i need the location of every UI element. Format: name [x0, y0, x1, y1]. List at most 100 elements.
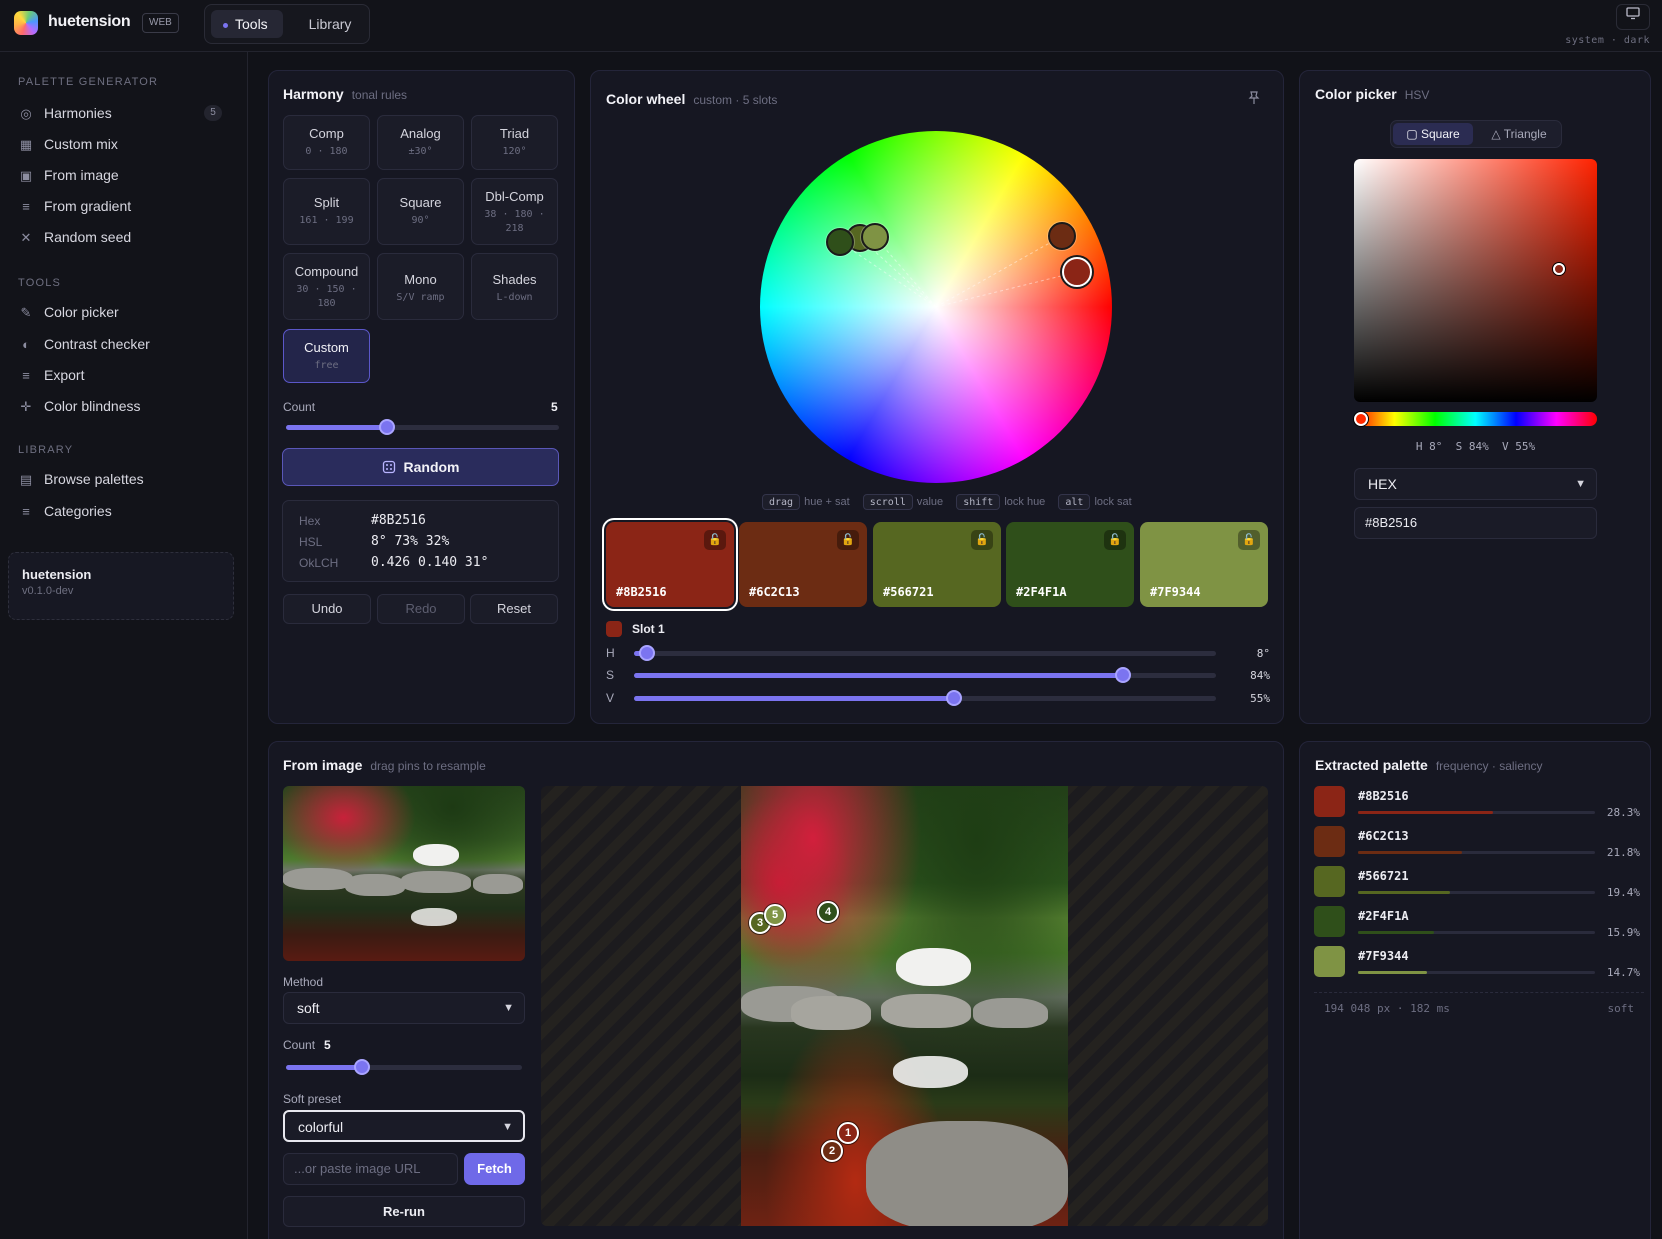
harmony-mono-button[interactable]: Mono S/V ramp	[377, 253, 464, 320]
slider-knob[interactable]	[379, 419, 395, 435]
extracted-row[interactable]: #6C2C13 21.8%	[1314, 826, 1644, 866]
slot-label: Slot 1	[632, 622, 665, 636]
sample-pin[interactable]: 4	[817, 901, 839, 923]
sidebar-item-from-image[interactable]: ▣ From image	[18, 162, 228, 188]
sidebar-item-custom-mix[interactable]: ▦ Custom mix	[18, 131, 228, 157]
garden-photo-large[interactable]: 1 2 3 4 5	[741, 786, 1068, 1226]
tab-library[interactable]: Library	[299, 10, 361, 38]
value-label: V	[606, 691, 615, 705]
saturation-slider[interactable]	[634, 667, 1216, 683]
extracted-row[interactable]: #566721 19.4%	[1314, 866, 1644, 906]
lock-icon[interactable]: 🔓	[704, 530, 726, 550]
harmony-square-button[interactable]: Square 90°	[377, 178, 464, 245]
harmony-compound-button[interactable]: Compound 30 · 150 · 180	[283, 253, 370, 320]
sv-knob[interactable]	[1553, 263, 1565, 275]
sample-pin[interactable]: 1	[837, 1122, 859, 1144]
sidebar-item-export[interactable]: ≡ Export	[18, 362, 228, 388]
wheel-handle-2[interactable]	[1048, 222, 1076, 250]
hue-slider[interactable]	[634, 645, 1216, 661]
palette-swatch[interactable]: 🔓 #7F9344	[1140, 522, 1268, 607]
hue-bar[interactable]	[1354, 412, 1597, 426]
sidebar-item-random-seed[interactable]: ✕ Random seed	[18, 224, 228, 250]
harmony-triad-button[interactable]: Triad 120°	[471, 115, 558, 170]
harmony-shades-button[interactable]: Shades L-down	[471, 253, 558, 320]
harmony-custom-button[interactable]: Custom free	[283, 329, 370, 383]
count-slider[interactable]	[286, 419, 559, 435]
theme-toggle-button[interactable]	[1616, 4, 1650, 30]
palette-swatch[interactable]: 🔓 #6C2C13	[739, 522, 867, 607]
color-format-select[interactable]: HEX ▼	[1354, 468, 1597, 500]
slider-knob[interactable]	[354, 1059, 370, 1075]
slider-knob[interactable]	[1115, 667, 1131, 683]
redo-button[interactable]: Redo	[377, 594, 465, 624]
image-count-slider[interactable]	[286, 1059, 522, 1075]
chevron-down-icon: ▼	[502, 1121, 513, 1133]
stats-text: 194 048 px · 182 ms	[1324, 1002, 1450, 1015]
value-slider[interactable]	[634, 690, 1216, 706]
sidebar-item-contrast-checker[interactable]: ◐ Contrast checker	[18, 331, 228, 357]
logo-icon	[14, 11, 38, 35]
sample-pin[interactable]: 5	[764, 904, 786, 926]
lock-icon[interactable]: 🔓	[971, 530, 993, 550]
extracted-chip[interactable]	[1314, 826, 1345, 857]
mode-square-button[interactable]: ▢ Square	[1393, 123, 1473, 145]
contrast-icon: ◐	[22, 337, 30, 352]
lock-icon[interactable]: 🔓	[837, 530, 859, 550]
palette-swatch[interactable]: 🔓 #566721	[873, 522, 1001, 607]
image-stage[interactable]: 1 2 3 4 5	[541, 786, 1268, 1226]
extracted-chip[interactable]	[1314, 786, 1345, 817]
harmony-split-button[interactable]: Split 161 · 199	[283, 178, 370, 245]
hue-knob[interactable]	[1354, 412, 1368, 426]
palette-swatch[interactable]: 🔓 #2F4F1A	[1006, 522, 1134, 607]
color-value-input[interactable]: #8B2516	[1354, 507, 1597, 539]
sidebar-item-from-gradient[interactable]: ≡ From gradient	[18, 193, 228, 219]
crosshair-icon: ✛	[20, 399, 32, 414]
wheel-handle-1[interactable]	[1062, 257, 1092, 287]
wheel-handle-5[interactable]	[861, 223, 889, 251]
mode-triangle-button[interactable]: △ Triangle	[1477, 123, 1561, 145]
image-url-input[interactable]: ...or paste image URL	[283, 1153, 458, 1185]
lines-icon: ≡	[22, 199, 30, 214]
harmony-dbl-comp-button[interactable]: Dbl-Comp 38 · 180 · 218	[471, 178, 558, 245]
info-value[interactable]: #8B2516	[371, 513, 426, 528]
info-value[interactable]: 0.426 0.140 31°	[371, 555, 488, 570]
wheel-handle-4[interactable]	[826, 228, 854, 256]
slider-knob[interactable]	[946, 690, 962, 706]
kbd-hint: scroll	[862, 494, 913, 510]
sidebar-item-harmonies[interactable]: ◎ Harmonies 5	[18, 100, 228, 126]
extracted-row[interactable]: #2F4F1A 15.9%	[1314, 906, 1644, 946]
undo-button[interactable]: Undo	[283, 594, 371, 624]
extracted-row[interactable]: #8B2516 28.3%	[1314, 786, 1644, 826]
nav-tabs: Tools Library	[204, 4, 370, 44]
slot-color-chip	[606, 621, 622, 637]
sidebar-item-color-picker[interactable]: ✎ Color picker	[18, 299, 228, 325]
extracted-chip[interactable]	[1314, 946, 1345, 977]
method-select[interactable]: soft ▼	[283, 992, 525, 1024]
extracted-row[interactable]: #7F9344 14.7%	[1314, 946, 1644, 986]
saturation-value-square[interactable]	[1354, 159, 1597, 402]
sample-pin[interactable]: 2	[821, 1140, 843, 1162]
pin-icon[interactable]	[1246, 90, 1262, 109]
extracted-chip[interactable]	[1314, 906, 1345, 937]
harmony-comp-button[interactable]: Comp 0 · 180	[283, 115, 370, 170]
sidebar-item-categories[interactable]: ≡ Categories	[18, 498, 228, 524]
lock-icon[interactable]: 🔓	[1104, 530, 1126, 550]
sidebar-item-browse-palettes[interactable]: ▤ Browse palettes	[18, 466, 228, 492]
fetch-button[interactable]: Fetch	[464, 1153, 525, 1185]
sidebar-item-color-blindness[interactable]: ✛ Color blindness	[18, 393, 228, 419]
palette-swatch[interactable]: 🔓 #8B2516	[606, 522, 734, 607]
slider-knob[interactable]	[639, 645, 655, 661]
color-wheel[interactable]	[760, 131, 1112, 483]
from-image-title: From image drag pins to resample	[283, 757, 486, 773]
source-image-thumbnail[interactable]	[283, 786, 525, 961]
tab-tools[interactable]: Tools	[211, 10, 283, 38]
harmony-analog-button[interactable]: Analog ±30°	[377, 115, 464, 170]
reset-button[interactable]: Reset	[470, 594, 558, 624]
soft-preset-select[interactable]: colorful ▼	[283, 1110, 525, 1142]
info-value[interactable]: 8° 73% 32%	[371, 534, 449, 549]
lock-icon[interactable]: 🔓	[1238, 530, 1260, 550]
kbd-hint: drag	[762, 494, 801, 510]
rerun-button[interactable]: Re-run	[283, 1196, 525, 1227]
random-button[interactable]: Random	[282, 448, 559, 486]
extracted-chip[interactable]	[1314, 866, 1345, 897]
